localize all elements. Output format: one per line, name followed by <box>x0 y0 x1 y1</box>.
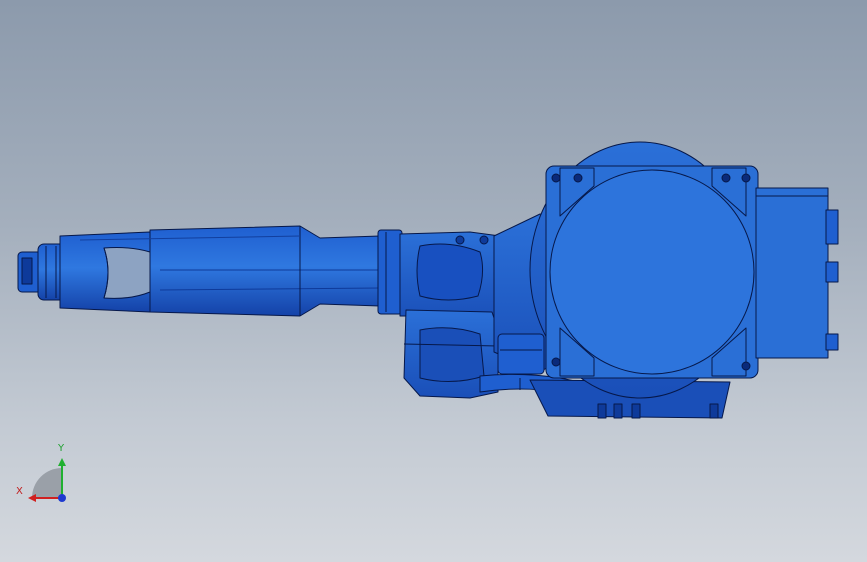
graphics-viewport[interactable]: X Y <box>0 0 867 562</box>
axis-triad: X Y <box>14 440 78 510</box>
connector-box[interactable] <box>755 187 839 359</box>
base-housing[interactable] <box>529 141 759 399</box>
axis-triad-icon <box>28 458 66 502</box>
robot-arm-model[interactable] <box>0 0 867 562</box>
forearm-fork[interactable] <box>59 231 161 313</box>
x-axis-label: X <box>16 486 23 497</box>
y-axis-label: Y <box>58 443 65 454</box>
